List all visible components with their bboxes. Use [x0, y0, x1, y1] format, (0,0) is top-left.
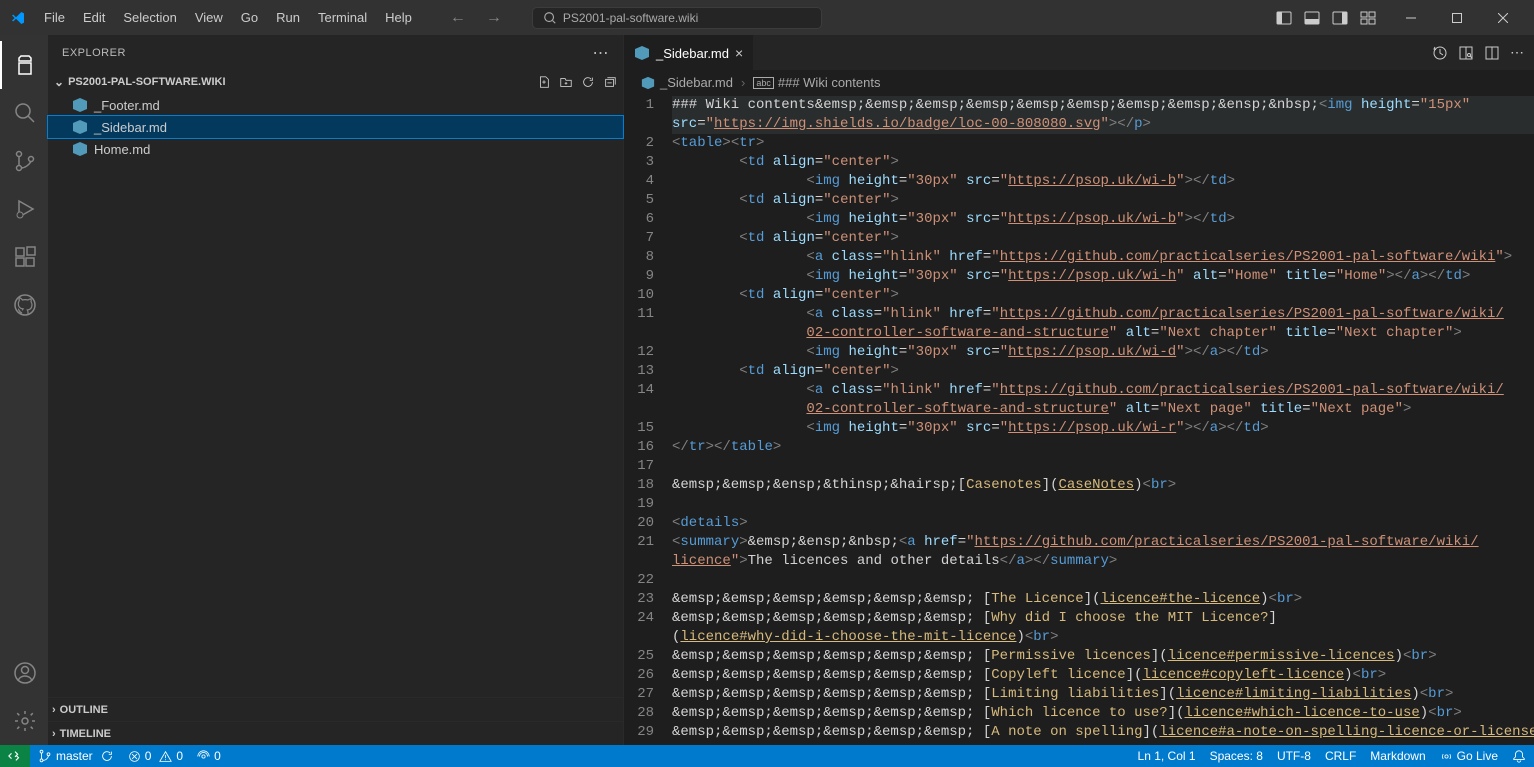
activity-bar	[0, 35, 48, 745]
main-menu: FileEditSelectionViewGoRunTerminalHelp	[36, 6, 420, 29]
tabs-row: _Sidebar.md × ⋯	[624, 35, 1534, 70]
run-debug-icon[interactable]	[0, 185, 48, 233]
code-content[interactable]: ### Wiki contents&emsp;&emsp;&emsp;&emsp…	[672, 96, 1534, 745]
titlebar: FileEditSelectionViewGoRunTerminalHelp ←…	[0, 0, 1534, 35]
timeline-icon[interactable]	[1432, 45, 1448, 61]
markdown-file-icon	[634, 45, 650, 61]
explorer-sidebar: EXPLORER ⋯ ⌄ PS2001-PAL-SOFTWARE.WIKI _F…	[48, 35, 624, 745]
maximize-button[interactable]	[1434, 1, 1480, 35]
encoding[interactable]: UTF-8	[1277, 749, 1311, 763]
explorer-more-icon[interactable]: ⋯	[593, 43, 610, 63]
status-bar: master 0 0 0 Ln 1, Col 1 Spaces: 8 UTF-8…	[0, 745, 1534, 767]
problems-indicator[interactable]: 0 0	[128, 749, 183, 763]
explorer-header: EXPLORER ⋯	[48, 35, 623, 70]
toggle-primary-sidebar-icon[interactable]	[1276, 10, 1292, 26]
file-name: Home.md	[94, 142, 150, 157]
menu-selection[interactable]: Selection	[115, 6, 184, 29]
outline-section[interactable]: › OUTLINE	[48, 697, 623, 721]
command-center[interactable]: PS2001-pal-software.wiki	[532, 7, 822, 29]
cursor-position[interactable]: Ln 1, Col 1	[1138, 749, 1196, 763]
go-live[interactable]: Go Live	[1440, 749, 1498, 763]
collapse-all-icon[interactable]	[603, 75, 617, 89]
close-button[interactable]	[1480, 1, 1526, 35]
menu-edit[interactable]: Edit	[75, 6, 113, 29]
menu-terminal[interactable]: Terminal	[310, 6, 375, 29]
folder-name: PS2001-PAL-SOFTWARE.WIKI	[68, 76, 225, 88]
tab-actions: ⋯	[1432, 35, 1534, 70]
close-tab-icon[interactable]: ×	[735, 45, 743, 61]
search-icon	[543, 11, 557, 25]
line-gutter: 1234567891011121314151617181920212223242…	[624, 96, 672, 745]
more-actions-icon[interactable]: ⋯	[1510, 44, 1524, 61]
file-name: _Sidebar.md	[94, 120, 167, 135]
file-item[interactable]: Home.md	[48, 138, 623, 160]
toggle-secondary-sidebar-icon[interactable]	[1332, 10, 1348, 26]
editor-body[interactable]: 1234567891011121314151617181920212223242…	[624, 96, 1534, 745]
breadcrumb-symbol: abc ### Wiki contents	[753, 75, 880, 90]
main-area: EXPLORER ⋯ ⌄ PS2001-PAL-SOFTWARE.WIKI _F…	[0, 35, 1534, 745]
indent-setting[interactable]: Spaces: 8	[1210, 749, 1263, 763]
explorer-icon[interactable]	[0, 41, 48, 89]
ports-indicator[interactable]: 0	[197, 749, 221, 763]
menu-help[interactable]: Help	[377, 6, 420, 29]
search-activity-icon[interactable]	[0, 89, 48, 137]
layout-controls	[1276, 10, 1376, 26]
explorer-title: EXPLORER	[62, 47, 126, 59]
markdown-file-icon	[72, 119, 88, 135]
menu-run[interactable]: Run	[268, 6, 308, 29]
timeline-section[interactable]: › TIMELINE	[48, 721, 623, 745]
refresh-icon[interactable]	[581, 75, 595, 89]
remote-indicator[interactable]	[0, 745, 30, 767]
file-item[interactable]: _Sidebar.md	[48, 116, 623, 138]
github-icon[interactable]	[0, 281, 48, 329]
language-mode[interactable]: Markdown	[1370, 749, 1425, 763]
new-folder-icon[interactable]	[559, 75, 573, 89]
editor-area: _Sidebar.md × ⋯ _Sidebar.md › abc ### Wi…	[624, 35, 1534, 745]
file-item[interactable]: _Footer.md	[48, 94, 623, 116]
window-controls	[1388, 1, 1526, 35]
notifications-icon[interactable]	[1512, 749, 1526, 763]
customize-layout-icon[interactable]	[1360, 10, 1376, 26]
markdown-file-icon	[72, 97, 88, 113]
extensions-icon[interactable]	[0, 233, 48, 281]
vscode-logo-icon	[8, 8, 28, 28]
markdown-file-icon	[72, 141, 88, 157]
nav-back-icon[interactable]: ←	[450, 9, 466, 27]
search-text: PS2001-pal-software.wiki	[563, 11, 698, 25]
folder-root[interactable]: ⌄ PS2001-PAL-SOFTWARE.WIKI	[48, 70, 623, 94]
tab-label: _Sidebar.md	[656, 46, 729, 61]
tab-sidebar-md[interactable]: _Sidebar.md ×	[624, 35, 754, 70]
chevron-right-icon: ›	[52, 728, 56, 740]
new-file-icon[interactable]	[537, 75, 551, 89]
menu-go[interactable]: Go	[233, 6, 266, 29]
settings-gear-icon[interactable]	[0, 697, 48, 745]
heading-icon: abc	[753, 77, 774, 89]
eol[interactable]: CRLF	[1325, 749, 1356, 763]
markdown-file-icon	[640, 75, 656, 91]
chevron-right-icon: ›	[52, 704, 56, 716]
git-branch[interactable]: master	[38, 749, 114, 763]
nav-forward-icon[interactable]: →	[486, 9, 502, 27]
nav-arrows: ← →	[450, 9, 502, 27]
breadcrumb-file: _Sidebar.md	[640, 75, 733, 91]
folder-actions	[537, 75, 617, 89]
file-name: _Footer.md	[94, 98, 160, 113]
file-list: _Footer.md _Sidebar.md Home.md	[48, 94, 623, 160]
minimize-button[interactable]	[1388, 1, 1434, 35]
accounts-icon[interactable]	[0, 649, 48, 697]
split-editor-icon[interactable]	[1484, 45, 1500, 61]
menu-view[interactable]: View	[187, 6, 231, 29]
preview-icon[interactable]	[1458, 45, 1474, 61]
breadcrumb[interactable]: _Sidebar.md › abc ### Wiki contents	[624, 70, 1534, 96]
source-control-icon[interactable]	[0, 137, 48, 185]
chevron-down-icon: ⌄	[54, 75, 64, 89]
toggle-panel-icon[interactable]	[1304, 10, 1320, 26]
menu-file[interactable]: File	[36, 6, 73, 29]
